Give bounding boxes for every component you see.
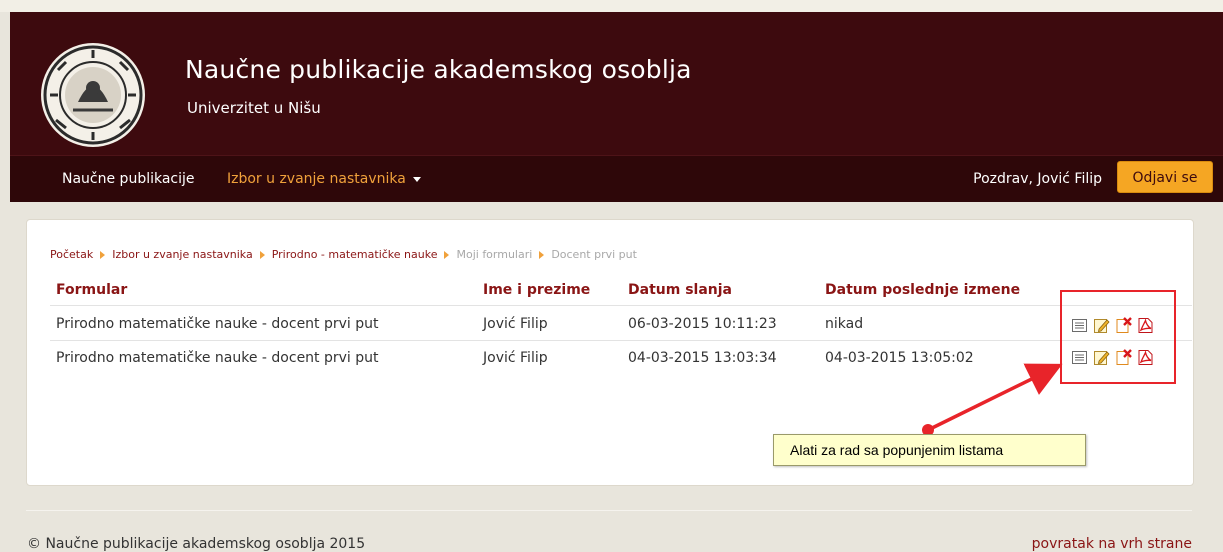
footer-copyright: © Naučne publikacije akademskog osoblja … [27, 536, 366, 552]
nav-izbor-u-zvanje[interactable]: Izbor u zvanje nastavnika [227, 156, 421, 202]
footer-divider [26, 510, 1192, 511]
row1-datum-slanja: 06-03-2015 10:11:23 [628, 316, 777, 332]
row1-datum-izmene: nikad [825, 316, 864, 332]
breadcrumb-prirodno[interactable]: Prirodno - matematičke nauke [272, 248, 438, 261]
breadcrumb-pocetak[interactable]: Početak [50, 248, 93, 261]
breadcrumb-separator-icon [444, 251, 450, 259]
column-header-ime: Ime i prezime [483, 282, 591, 298]
breadcrumb-separator-icon [539, 251, 545, 259]
tools-highlight-box [1060, 290, 1176, 384]
nav-izbor-label: Izbor u zvanje nastavnika [227, 171, 406, 187]
breadcrumb-moji-formulari: Moji formulari [456, 248, 533, 261]
row2-ime: Jović Filip [483, 350, 548, 366]
row2-datum-slanja: 04-03-2015 13:03:34 [628, 350, 777, 366]
user-greeting: Pozdrav, Jović Filip [973, 171, 1102, 187]
nav-naucne-publikacije[interactable]: Naučne publikacije [62, 156, 195, 202]
logout-button[interactable]: Odjavi se [1117, 161, 1213, 193]
breadcrumb-separator-icon [100, 251, 106, 259]
university-seal-icon [41, 43, 145, 147]
breadcrumb: Početak Izbor u zvanje nastavnika Prirodno… [50, 248, 637, 261]
row1-formular: Prirodno matematičke nauke - docent prvi… [56, 316, 379, 332]
back-to-top-link[interactable]: povratak na vrh strane [1032, 536, 1192, 552]
top-strip [0, 0, 1223, 12]
breadcrumb-izbor[interactable]: Izbor u zvanje nastavnika [112, 248, 253, 261]
table-divider [50, 340, 1192, 341]
breadcrumb-current: Docent prvi put [551, 248, 637, 261]
column-header-formular: Formular [56, 282, 128, 298]
row2-datum-izmene: 04-03-2015 13:05:02 [825, 350, 974, 366]
caret-down-icon [412, 176, 421, 182]
table-divider [50, 305, 1192, 306]
column-header-datum-izmene: Datum poslednje izmene [825, 282, 1021, 298]
row1-ime: Jović Filip [483, 316, 548, 332]
main-navbar: Naučne publikacije Izbor u zvanje nastav… [10, 155, 1223, 202]
site-title: Naučne publikacije akademskog osoblja [185, 55, 692, 84]
row2-formular: Prirodno matematičke nauke - docent prvi… [56, 350, 379, 366]
annotation-callout: Alati za rad sa popunjenim listama [773, 434, 1086, 466]
site-header: Naučne publikacije akademskog osoblja Un… [10, 12, 1223, 155]
site-subtitle: Univerzitet u Nišu [187, 99, 321, 117]
breadcrumb-separator-icon [259, 251, 265, 259]
column-header-datum-slanja: Datum slanja [628, 282, 732, 298]
